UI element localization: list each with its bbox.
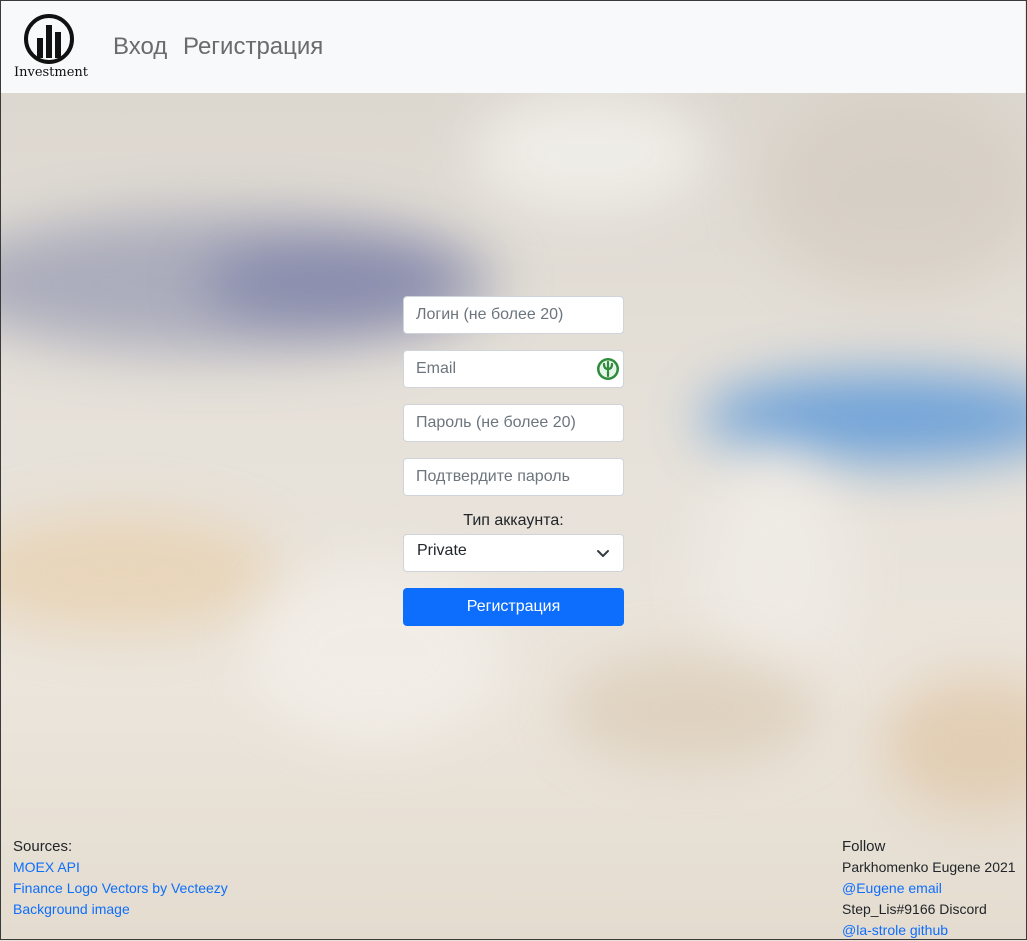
nav-register-link[interactable]: Регистрация [183,33,323,61]
email-input[interactable] [403,350,624,388]
register-button[interactable]: Регистрация [403,588,624,626]
confirm-password-input[interactable] [403,458,624,496]
footer-follow: Follow Parkhomenko Eugene 2021 @Eugene e… [842,836,1016,941]
background-image-link[interactable]: Background image [13,899,228,920]
password-manager-icon[interactable] [596,357,620,381]
discord-text: Step_Lis#9166 Discord [842,901,987,917]
email-field-wrapper [403,350,624,388]
follow-title: Follow [842,838,886,855]
logo[interactable]: Investment [13,13,89,83]
nav-login-link[interactable]: Вход [113,33,167,61]
account-type-value: Private [417,542,467,559]
password-input[interactable] [403,404,624,442]
registration-form: Тип аккаунта: Private Регистрация [403,296,624,626]
github-link[interactable]: @la-strole github [842,920,1016,941]
author-text: Parkhomenko Eugene 2021 [842,859,1016,875]
bar-chart-circle-icon [24,14,74,64]
vecteezy-link[interactable]: Finance Logo Vectors by Vecteezy [13,878,228,899]
chevron-down-icon [597,550,609,557]
login-input[interactable] [403,296,624,334]
footer-sources: Sources: MOEX API Finance Logo Vectors b… [13,836,228,920]
moex-api-link[interactable]: MOEX API [13,857,228,878]
account-type-select[interactable]: Private [403,534,624,572]
account-type-label: Тип аккаунта: [463,512,564,529]
sources-title: Sources: [13,838,73,855]
navbar: Investment Вход Регистрация [0,0,1025,93]
logo-text: Investment [13,65,89,80]
email-link[interactable]: @Eugene email [842,878,1016,899]
